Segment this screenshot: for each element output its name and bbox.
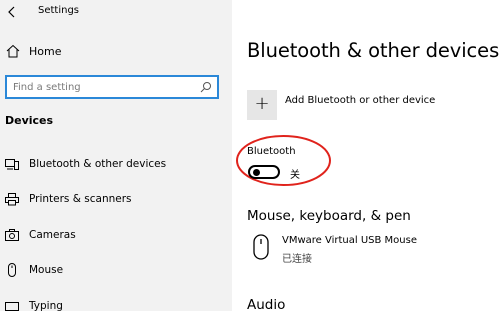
device-status: 已连接 (282, 254, 312, 265)
mouse-device-icon (253, 234, 269, 260)
sidebar-item-label: Mouse (29, 264, 64, 276)
main-content: Bluetooth & other devices + Add Bluetoot… (232, 0, 503, 311)
camera-icon (5, 229, 19, 241)
section-title-devices: Devices (5, 114, 54, 127)
search-box[interactable] (5, 75, 219, 99)
home-icon (6, 44, 20, 58)
keyboard-icon (5, 302, 19, 311)
add-device-button[interactable]: + (247, 90, 277, 120)
sidebar-item-label: Printers & scanners (29, 193, 132, 205)
sidebar-item-bluetooth[interactable]: Bluetooth & other devices (0, 152, 232, 178)
title-bar: Settings (0, 0, 232, 24)
bluetooth-devices-icon (5, 159, 19, 170)
back-arrow-icon[interactable] (4, 4, 20, 20)
search-input[interactable] (13, 79, 193, 95)
sidebar-item-printers[interactable]: Printers & scanners (0, 187, 232, 213)
plus-icon: + (254, 93, 270, 114)
sidebar-item-mouse[interactable]: Mouse (0, 258, 232, 284)
sidebar-item-cameras[interactable]: Cameras (0, 223, 232, 249)
bluetooth-toggle[interactable] (248, 165, 280, 179)
sidebar-item-label: Home (29, 45, 62, 58)
add-device-row[interactable]: + Add Bluetooth or other device (247, 90, 497, 122)
app-title: Settings (38, 5, 80, 16)
settings-sidebar: Settings Home Devices Bluetooth & other … (0, 0, 232, 311)
mouse-icon (8, 263, 16, 277)
sidebar-item-label: Typing (29, 300, 63, 311)
sidebar-item-label: Cameras (29, 229, 76, 241)
section-heading-mouse-keyboard: Mouse, keyboard, & pen (247, 208, 411, 224)
sidebar-item-home[interactable]: Home (0, 40, 232, 64)
red-annotation-ellipse (236, 135, 331, 186)
printer-icon (5, 193, 19, 206)
sidebar-item-typing[interactable]: Typing (0, 294, 232, 311)
device-name[interactable]: VMware Virtual USB Mouse (282, 235, 417, 246)
bluetooth-toggle-state: 关 (290, 170, 300, 181)
add-device-label[interactable]: Add Bluetooth or other device (285, 95, 435, 106)
page-title: Bluetooth & other devices (247, 39, 500, 62)
sidebar-item-label: Bluetooth & other devices (29, 158, 167, 170)
section-heading-audio: Audio (247, 297, 286, 311)
toggle-knob (253, 169, 260, 176)
search-icon[interactable] (199, 80, 213, 94)
bluetooth-label: Bluetooth (247, 146, 296, 157)
